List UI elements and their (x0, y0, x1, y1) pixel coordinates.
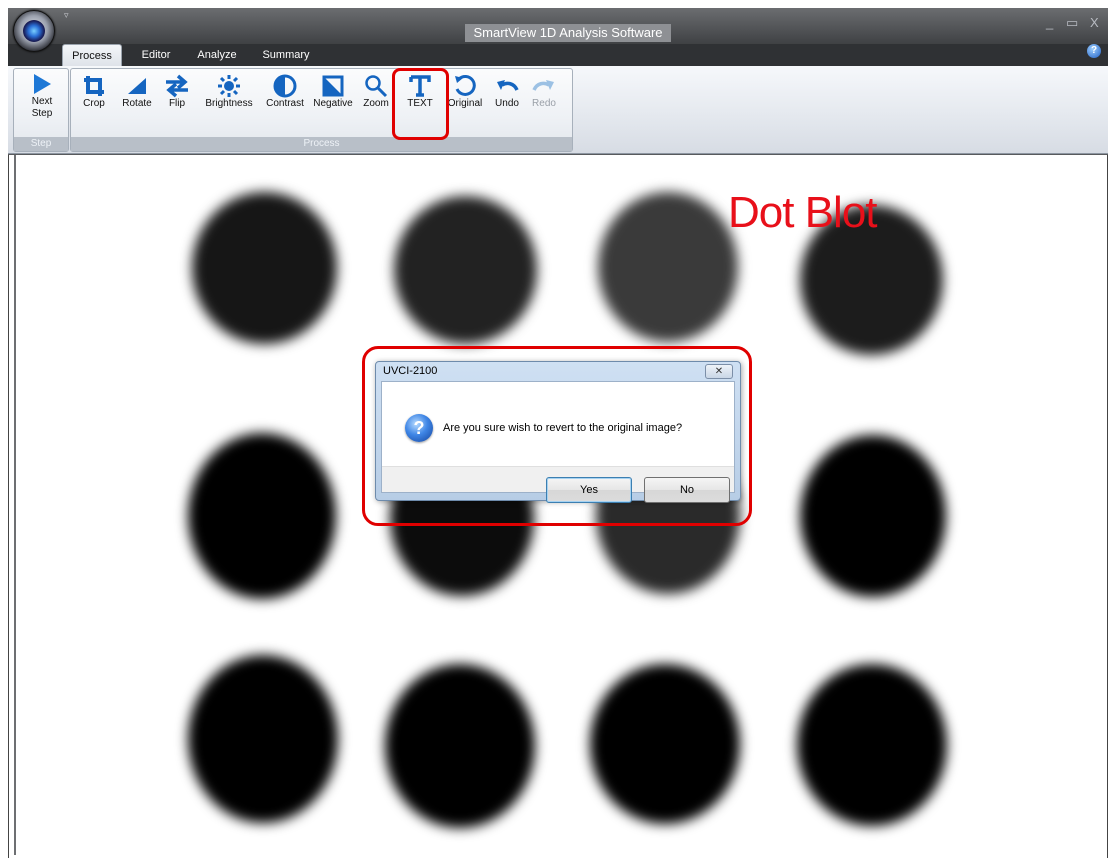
undo-icon (497, 80, 519, 91)
maximize-button[interactable]: ▭ (1066, 16, 1078, 30)
blot-dot (590, 664, 740, 824)
zoom-icon (365, 75, 388, 98)
rotate-button[interactable]: Rotate (116, 74, 158, 110)
rotate-icon (128, 78, 146, 94)
close-button[interactable]: X (1090, 16, 1099, 30)
crop-button[interactable]: Crop (78, 74, 110, 110)
blot-dot (192, 192, 337, 344)
blot-dot (188, 433, 336, 599)
redo-icon (532, 80, 554, 91)
negative-icon (322, 75, 344, 97)
play-arrow-icon (34, 74, 51, 94)
tab-summary[interactable]: Summary (254, 44, 318, 66)
next-step-button[interactable]: Next Step (20, 72, 64, 120)
application-menu-button[interactable] (13, 10, 55, 52)
group-label-process: Process (71, 137, 572, 151)
blot-dot (385, 664, 535, 828)
app-window: ▿ SmartView 1D Analysis Software _ ▭ X P… (0, 0, 1110, 858)
flip-button[interactable]: Flip (162, 74, 192, 110)
undo-button[interactable]: Undo (490, 74, 524, 110)
brightness-button[interactable]: Brightness (198, 74, 260, 110)
tab-process[interactable]: Process (62, 44, 122, 66)
crop-icon (84, 76, 104, 96)
original-icon (455, 74, 476, 96)
help-icon[interactable]: ? (1087, 44, 1101, 58)
dialog-highlight (362, 346, 752, 526)
blot-dot (800, 435, 946, 597)
brightness-label: Brightness (205, 98, 253, 109)
blot-dot (394, 196, 537, 344)
minimize-button[interactable]: _ (1046, 16, 1053, 30)
undo-label: Undo (495, 98, 519, 109)
tab-analyze[interactable]: Analyze (190, 44, 244, 66)
flip-icon (166, 74, 188, 98)
group-label-step: Step (14, 137, 68, 151)
blot-dot (598, 192, 738, 342)
zoom-button[interactable]: Zoom (360, 74, 392, 110)
contrast-button[interactable]: Contrast (260, 74, 310, 110)
zoom-label: Zoom (363, 98, 389, 109)
crop-label: Crop (83, 98, 105, 109)
blot-dot (797, 664, 947, 826)
redo-label: Redo (532, 98, 556, 109)
flip-label: Flip (168, 98, 186, 109)
negative-button[interactable]: Negative (308, 74, 358, 110)
text-button-highlight (392, 68, 449, 140)
brightness-icon (218, 75, 240, 97)
tab-editor[interactable]: Editor (128, 44, 184, 66)
redo-button[interactable]: Redo (528, 74, 560, 110)
contrast-icon (273, 74, 297, 98)
quick-access-dropdown-icon[interactable]: ▿ (64, 10, 69, 21)
negative-label: Negative (313, 98, 353, 109)
image-annotation-text: Dot Blot (728, 188, 878, 237)
blot-dot (188, 655, 338, 823)
rotate-label: Rotate (122, 98, 152, 109)
window-title: SmartView 1D Analysis Software (465, 24, 671, 42)
contrast-label: Contrast (266, 98, 304, 109)
next-step-label: Next Step (31, 96, 53, 119)
